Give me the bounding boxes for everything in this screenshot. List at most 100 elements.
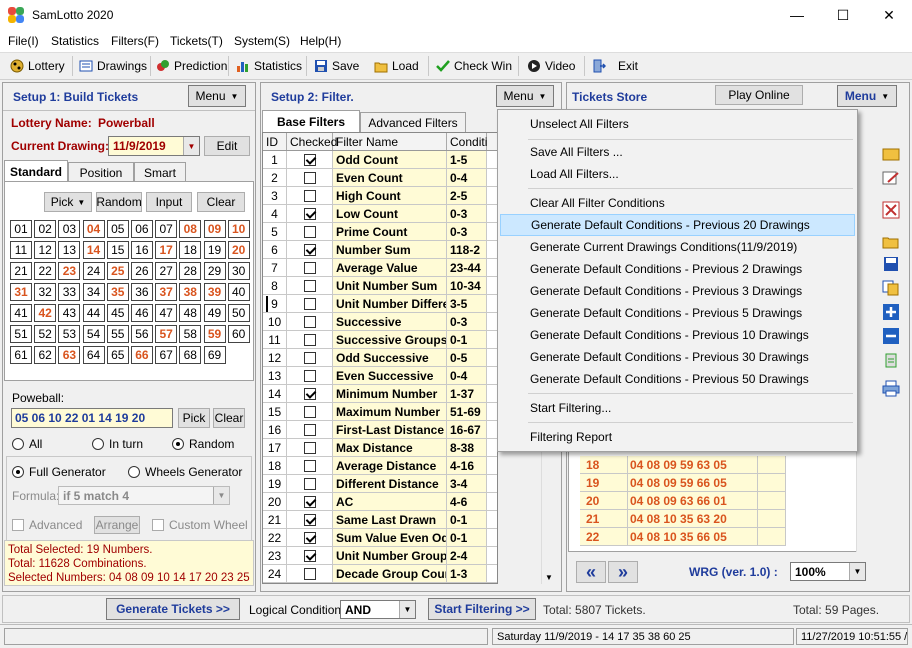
number-cell[interactable]: 44 xyxy=(82,304,105,322)
number-cell[interactable]: 15 xyxy=(106,241,129,259)
filter-row[interactable]: 13 Even Successive 0-4 xyxy=(263,367,497,385)
dropdown-item[interactable]: Generate Default Conditions - Previous 5… xyxy=(500,368,855,390)
number-cell[interactable]: 26 xyxy=(130,262,153,280)
filter-checkbox[interactable] xyxy=(303,153,316,166)
filter-checkbox[interactable] xyxy=(303,387,316,400)
minimize-button[interactable]: — xyxy=(774,0,820,30)
toolbar-video-button[interactable]: Video xyxy=(527,58,575,74)
number-cell[interactable]: 11 xyxy=(10,241,32,259)
store-open-button[interactable] xyxy=(880,232,902,252)
number-cell[interactable]: 39 xyxy=(203,283,226,301)
filter-checkbox[interactable] xyxy=(303,333,316,346)
col-id[interactable]: ID xyxy=(263,133,287,150)
filter-row[interactable]: 14 Minimum Number 1-37 xyxy=(263,385,497,403)
current-drawing-select[interactable]: 11/9/2019 ▼ xyxy=(108,136,200,156)
number-cell[interactable]: 54 xyxy=(82,325,105,343)
ticket-row[interactable]: 22 04 08 10 35 66 05 xyxy=(580,528,786,546)
number-cell[interactable]: 55 xyxy=(106,325,129,343)
number-cell[interactable]: 35 xyxy=(106,283,129,301)
number-cell[interactable]: 32 xyxy=(34,283,57,301)
filter-condition[interactable]: 1-37 xyxy=(447,385,487,402)
number-cell[interactable]: 45 xyxy=(106,304,129,322)
col-filter-name[interactable]: Filter Name xyxy=(333,133,447,150)
filter-checkbox[interactable] xyxy=(303,225,316,238)
filter-checkbox[interactable] xyxy=(303,441,316,454)
number-cell[interactable]: 13 xyxy=(58,241,81,259)
filter-checkbox[interactable] xyxy=(303,423,316,436)
tab-position[interactable]: Position xyxy=(68,162,134,182)
store-remove-button[interactable] xyxy=(880,326,902,346)
menu-system[interactable]: System(S) xyxy=(234,34,290,48)
number-cell[interactable]: 64 xyxy=(82,346,105,364)
filter-condition[interactable]: 1-5 xyxy=(447,151,487,168)
custom-wheel-checkbox[interactable]: Custom Wheel xyxy=(152,518,248,532)
radio-in-turn[interactable]: In turn xyxy=(92,437,143,451)
filter-row[interactable]: 11 Successive Groups 0-1 xyxy=(263,331,497,349)
filter-row[interactable]: 4 Low Count 0-3 xyxy=(263,205,497,223)
filter-condition[interactable]: 4-6 xyxy=(447,493,487,510)
toolbar-load-button[interactable]: Load xyxy=(374,58,419,74)
number-cell[interactable]: 14 xyxy=(82,241,105,259)
number-cell[interactable]: 52 xyxy=(34,325,57,343)
maximize-button[interactable]: ☐ xyxy=(820,0,866,30)
clear-button[interactable]: Clear xyxy=(197,192,245,212)
store-copy-button[interactable] xyxy=(880,278,902,298)
filter-row[interactable]: 9 Unit Number Differe 3-5 xyxy=(263,295,497,313)
filter-condition[interactable]: 118-2 xyxy=(447,241,487,258)
number-cell[interactable]: 56 xyxy=(130,325,153,343)
tab-base-filters[interactable]: Base Filters xyxy=(262,110,360,132)
random-button[interactable]: Random xyxy=(96,192,142,212)
advanced-checkbox[interactable]: Advanced xyxy=(12,518,82,532)
filter-checkbox[interactable] xyxy=(303,369,316,382)
filter-checkbox[interactable] xyxy=(303,315,316,328)
number-cell[interactable]: 68 xyxy=(179,346,202,364)
number-cell[interactable]: 29 xyxy=(203,262,226,280)
radio-all[interactable]: All xyxy=(12,437,42,451)
filter-checkbox[interactable] xyxy=(303,405,316,418)
number-cell[interactable]: 46 xyxy=(130,304,153,322)
number-cell[interactable]: 43 xyxy=(58,304,81,322)
filter-condition[interactable]: 8-38 xyxy=(447,439,487,456)
toolbar-prediction-button[interactable]: Prediction xyxy=(156,58,227,74)
dropdown-item[interactable]: Save All Filters ... xyxy=(500,141,855,163)
filter-checkbox[interactable] xyxy=(303,261,316,274)
dropdown-item[interactable]: Generate Default Conditions - Previous 3… xyxy=(500,346,855,368)
tickets-scrollbar[interactable] xyxy=(856,132,872,552)
filter-row[interactable]: 20 AC 4-6 xyxy=(263,493,497,511)
number-cell[interactable]: 53 xyxy=(58,325,81,343)
filter-row[interactable]: 2 Even Count 0-4 xyxy=(263,169,497,187)
number-cell[interactable]: 31 xyxy=(10,283,32,301)
store-save-button[interactable] xyxy=(880,254,902,274)
dropdown-item[interactable]: Clear All Filter Conditions xyxy=(500,192,855,214)
formula-select[interactable]: if 5 match 4 ▼ xyxy=(58,486,230,505)
radio-wheels-generator[interactable]: Wheels Generator xyxy=(128,465,242,479)
store-edit-ticket-button[interactable] xyxy=(880,168,902,188)
powerball-pick-button[interactable]: Pick xyxy=(178,408,210,428)
store-print-button[interactable] xyxy=(880,378,902,398)
menu-filters[interactable]: Filters(F) xyxy=(111,34,159,48)
close-button[interactable]: ✕ xyxy=(866,0,912,30)
number-cell[interactable]: 63 xyxy=(58,346,81,364)
filter-condition[interactable]: 0-3 xyxy=(447,313,487,330)
edit-drawing-button[interactable]: Edit xyxy=(204,136,250,156)
play-online-button[interactable]: Play Online xyxy=(715,85,803,105)
number-cell[interactable]: 01 xyxy=(10,220,32,238)
input-button[interactable]: Input xyxy=(146,192,192,212)
filter-condition[interactable]: 10-34 xyxy=(447,277,487,294)
ticket-row[interactable]: 19 04 08 09 59 66 05 xyxy=(580,474,786,492)
filter-checkbox[interactable] xyxy=(303,513,316,526)
store-add-button[interactable] xyxy=(880,302,902,322)
number-cell[interactable]: 05 xyxy=(106,220,129,238)
toolbar-exit-button[interactable]: Exit xyxy=(592,58,638,74)
filter-row[interactable]: 8 Unit Number Sum 10-34 xyxy=(263,277,497,295)
menu-statistics[interactable]: Statistics xyxy=(51,34,99,48)
number-cell[interactable]: 12 xyxy=(34,241,57,259)
store-recycle-button[interactable] xyxy=(880,350,902,370)
setup2-menu-button[interactable]: Menu ▼ xyxy=(496,85,554,107)
start-filtering-button[interactable]: Start Filtering >> xyxy=(428,598,536,620)
number-cell[interactable]: 24 xyxy=(82,262,105,280)
col-condition[interactable]: Conditi xyxy=(447,133,487,150)
ticket-row[interactable]: 20 04 08 09 63 66 01 xyxy=(580,492,786,510)
dropdown-item[interactable]: Generate Default Conditions - Previous 5… xyxy=(500,302,855,324)
number-cell[interactable]: 21 xyxy=(10,262,32,280)
